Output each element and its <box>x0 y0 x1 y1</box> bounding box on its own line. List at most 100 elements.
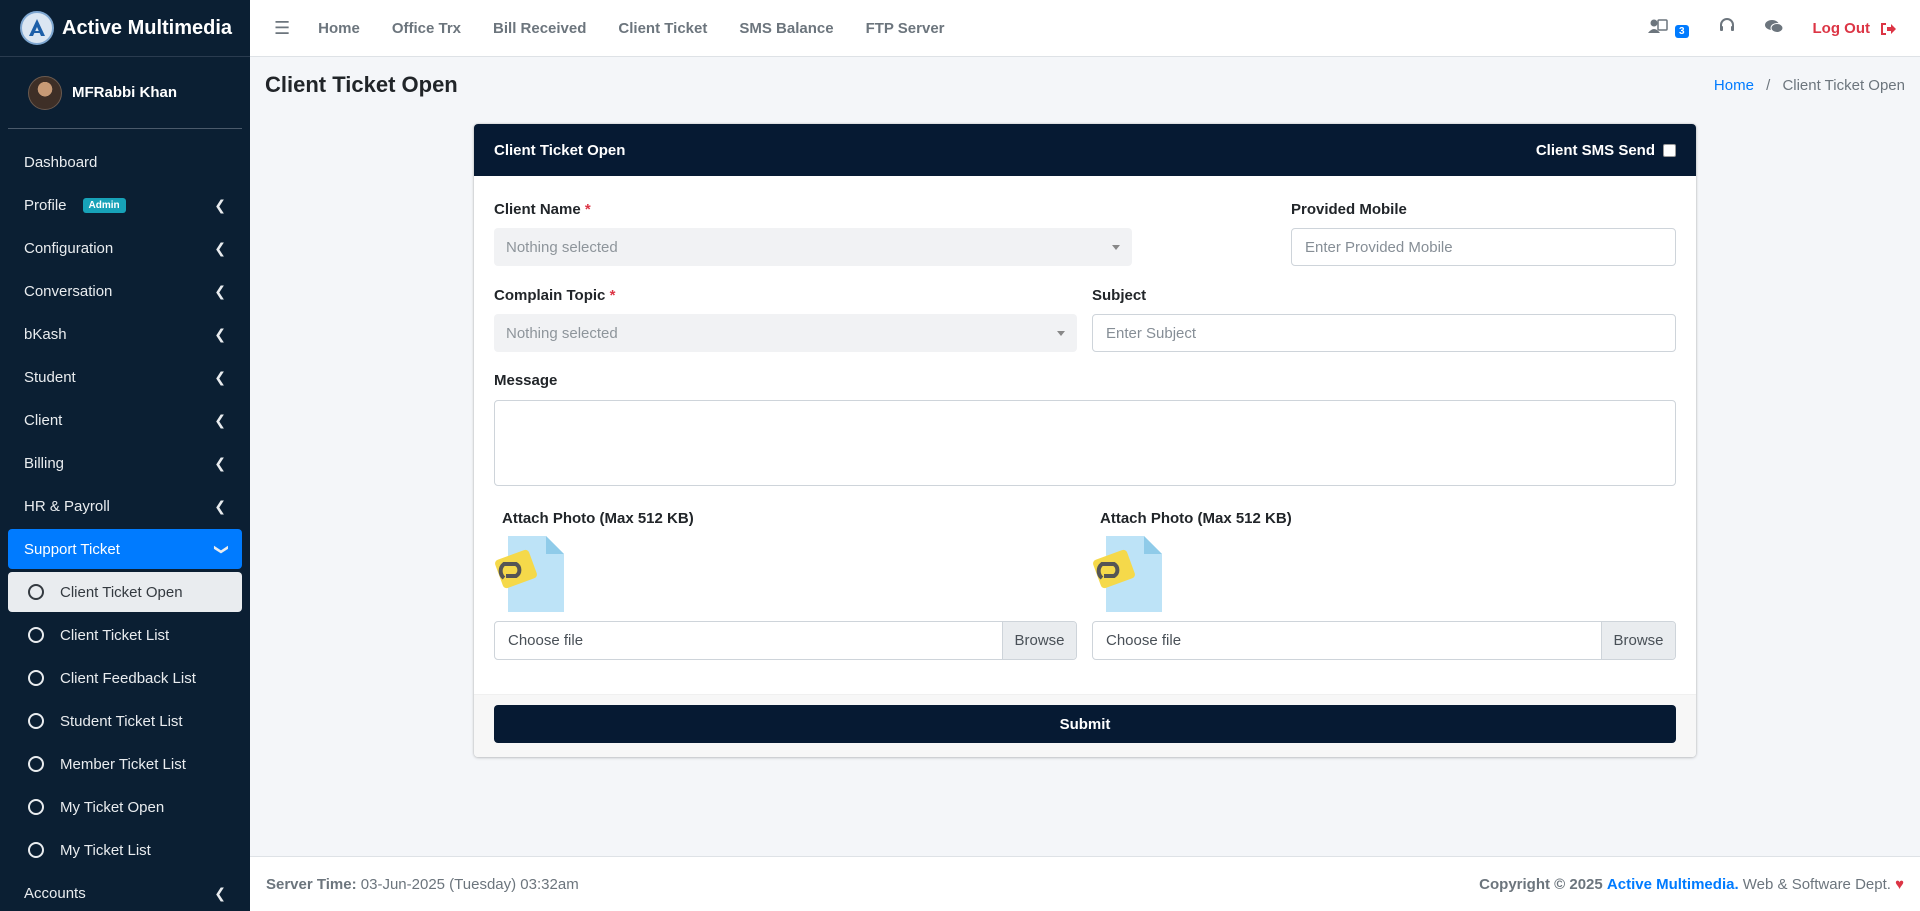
circle-icon <box>28 799 44 815</box>
subject-input[interactable]: Enter Subject <box>1092 314 1676 352</box>
sms-send-checkbox[interactable] <box>1663 143 1676 157</box>
choose-file-text: Choose file <box>508 632 584 649</box>
brand-link[interactable]: Active Multimedia <box>0 0 250 57</box>
menu-toggle-icon[interactable]: ☰ <box>274 18 290 39</box>
sidebar-item-profile[interactable]: Profile Admin ❮ <box>8 185 242 225</box>
sidebar-subitem-label: Client Ticket List <box>60 626 170 644</box>
top-nav-bill-received[interactable]: Bill Received <box>477 20 602 37</box>
card-body: Client Name * Nothing selected Provided … <box>474 176 1696 694</box>
sidebar-item-hr-payroll[interactable]: HR & Payroll ❮ <box>8 486 242 526</box>
sms-send-toggle[interactable]: Client SMS Send <box>1536 142 1676 159</box>
sidebar-item-label: Conversation <box>24 282 113 300</box>
company-link[interactable]: Active Multimedia. <box>1607 876 1739 893</box>
sidebar-subitem-label: My Ticket Open <box>60 798 165 816</box>
breadcrumb-home[interactable]: Home <box>1714 77 1754 94</box>
attach-photo-2-label: Attach Photo (Max 512 KB) <box>1100 510 1292 527</box>
complain-topic-value: Nothing selected <box>506 324 618 342</box>
sidebar-item-label: Billing <box>24 454 65 472</box>
content-header: Client Ticket Open Home / Client Ticket … <box>265 72 1905 98</box>
sidebar-subitem-student-ticket-list[interactable]: Student Ticket List <box>8 701 242 741</box>
sidebar-item-label: bKash <box>24 325 67 343</box>
sidebar-item-dashboard[interactable]: Dashboard <box>8 142 242 182</box>
sidebar-item-student[interactable]: Student ❮ <box>8 357 242 397</box>
page-footer: Server Time: 03-Jun-2025 (Tuesday) 03:32… <box>250 856 1920 911</box>
sidebar-subitem-client-feedback-list[interactable]: Client Feedback List <box>8 658 242 698</box>
heart-icon: ♥ <box>1895 875 1904 893</box>
file-input-2[interactable]: Choose file Browse <box>1092 621 1676 660</box>
user-panel[interactable]: MFRabbi Khan <box>8 57 242 129</box>
attachment-file-icon <box>1092 534 1164 614</box>
sidebar-item-label: Support Ticket <box>24 540 120 558</box>
top-nav-client-ticket[interactable]: Client Ticket <box>602 20 723 37</box>
user-name: MFRabbi Khan <box>72 84 177 101</box>
sidebar-subitem-member-ticket-list[interactable]: Member Ticket List <box>8 744 242 784</box>
sidebar-item-conversation[interactable]: Conversation ❮ <box>8 271 242 311</box>
client-name-value: Nothing selected <box>506 238 618 256</box>
sign-out-icon <box>1881 22 1896 35</box>
sidebar-item-configuration[interactable]: Configuration ❮ <box>8 228 242 268</box>
brand-logo-icon <box>20 11 54 45</box>
chevron-left-icon: ❮ <box>214 497 226 514</box>
sidebar-item-label: Client <box>24 411 63 429</box>
browse-button[interactable]: Browse <box>1002 622 1076 659</box>
top-nav-ftp-server[interactable]: FTP Server <box>850 20 961 37</box>
browse-button[interactable]: Browse <box>1601 622 1675 659</box>
file-input-1[interactable]: Choose file Browse <box>494 621 1077 660</box>
sidebar-item-support-ticket[interactable]: Support Ticket ❮ <box>8 529 242 569</box>
message-label: Message <box>494 372 558 389</box>
breadcrumb-current: Client Ticket Open <box>1782 76 1905 94</box>
message-textarea[interactable] <box>494 400 1676 486</box>
sidebar-subitem-my-ticket-list[interactable]: My Ticket List <box>8 830 242 870</box>
submit-button[interactable]: Submit <box>494 705 1676 743</box>
caret-down-icon <box>1057 330 1065 336</box>
circle-icon <box>28 627 44 643</box>
logout-button[interactable]: Log Out <box>1813 20 1896 37</box>
sidebar-item-label: Configuration <box>24 239 114 257</box>
sidebar-nav: Dashboard Profile Admin ❮ Configuration ❮… <box>0 129 250 911</box>
top-nav-home[interactable]: Home <box>302 20 376 37</box>
copyright-text: Copyright © 2025 <box>1479 875 1603 893</box>
sidebar-subitem-client-ticket-list[interactable]: Client Ticket List <box>8 615 242 655</box>
sidebar-item-label: Accounts <box>24 884 86 902</box>
logout-label: Log Out <box>1812 20 1870 37</box>
copyright: Copyright © 2025 Active Multimedia. Web … <box>1479 876 1904 893</box>
sidebar-item-label: HR & Payroll <box>24 497 110 515</box>
server-time-label: Server Time: <box>266 875 357 893</box>
headset-icon[interactable] <box>1719 18 1735 39</box>
attachment-file-icon <box>494 534 566 614</box>
client-name-label: Client Name * <box>494 201 591 218</box>
attach-photo-1-label: Attach Photo (Max 512 KB) <box>502 510 694 527</box>
top-nav-sms-balance[interactable]: SMS Balance <box>723 20 849 37</box>
provided-mobile-input[interactable]: Enter Provided Mobile <box>1291 228 1676 266</box>
sidebar-item-accounts[interactable]: Accounts ❮ <box>8 873 242 911</box>
sidebar-subitem-client-ticket-open[interactable]: Client Ticket Open <box>8 572 242 612</box>
notification-count-badge: 3 <box>1674 25 1689 38</box>
sidebar-item-client[interactable]: Client ❮ <box>8 400 242 440</box>
sidebar-subitem-my-ticket-open[interactable]: My Ticket Open <box>8 787 242 827</box>
card-footer: Submit <box>474 694 1696 757</box>
top-navbar: ☰ Home Office Trx Bill Received Client T… <box>250 0 1920 57</box>
brand-name: Active Multimedia <box>62 16 233 39</box>
caret-down-icon <box>1112 244 1120 250</box>
breadcrumb-separator: / <box>1766 76 1771 94</box>
notifications-button[interactable]: 3 <box>1648 18 1689 39</box>
circle-icon <box>28 584 44 600</box>
circle-icon <box>28 756 44 772</box>
chevron-left-icon: ❮ <box>214 282 226 299</box>
breadcrumb: Home / Client Ticket Open <box>1714 77 1905 94</box>
circle-icon <box>28 670 44 686</box>
sidebar-subitem-label: Client Ticket Open <box>60 583 183 601</box>
sidebar-item-billing[interactable]: Billing ❮ <box>8 443 242 483</box>
comments-icon[interactable] <box>1764 19 1784 39</box>
top-nav-office-trx[interactable]: Office Trx <box>376 20 477 37</box>
sidebar-item-bkash[interactable]: bKash ❮ <box>8 314 242 354</box>
chevron-left-icon: ❮ <box>214 239 226 256</box>
chevron-left-icon: ❮ <box>214 196 226 213</box>
complain-topic-select[interactable]: Nothing selected <box>494 314 1077 352</box>
sidebar-subitem-label: Student Ticket List <box>60 712 183 730</box>
sidebar-item-label: Student <box>24 368 76 386</box>
choose-file-text: Choose file <box>1106 632 1182 649</box>
user-tag-icon <box>1648 19 1668 33</box>
sidebar: Active Multimedia MFRabbi Khan Dashboard… <box>0 0 250 911</box>
client-name-select[interactable]: Nothing selected <box>494 228 1132 266</box>
